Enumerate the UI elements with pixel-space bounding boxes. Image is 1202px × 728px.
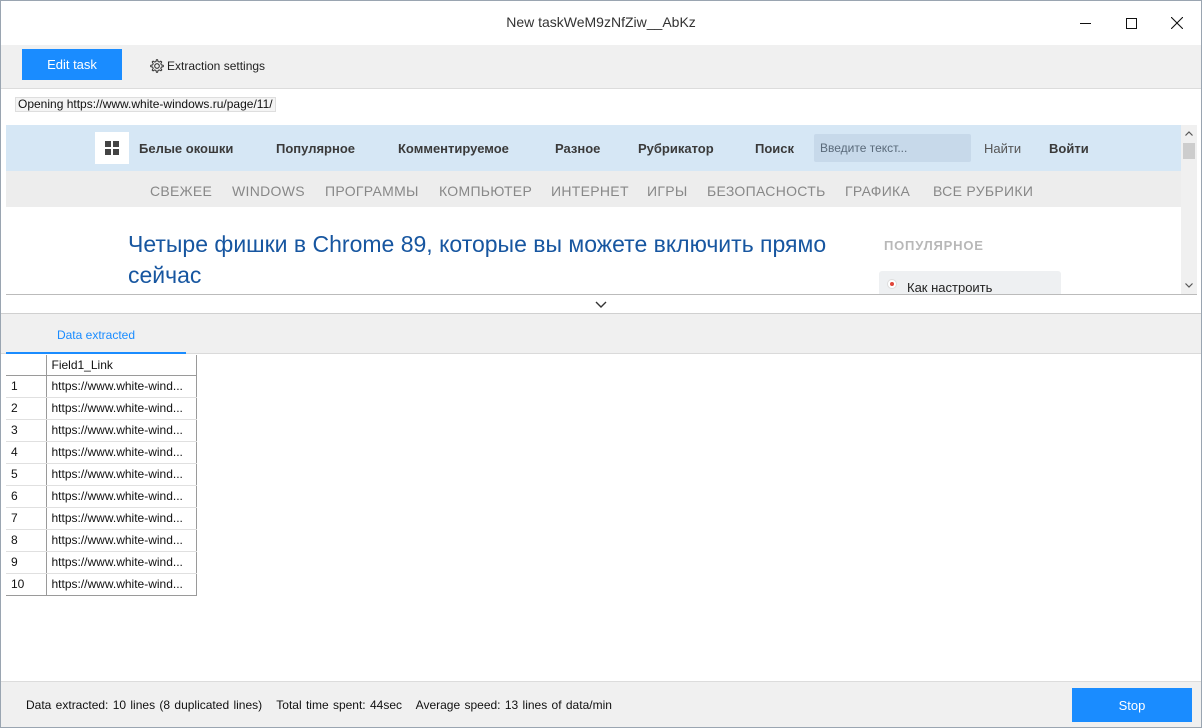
data-table: Field1_Link 1 https://www.white-wind... 2… xyxy=(6,355,197,596)
table-row[interactable]: 9 https://www.white-wind... xyxy=(6,551,197,574)
category-link[interactable]: ИНТЕРНЕТ xyxy=(551,183,629,199)
results-tabbar: Data extracted xyxy=(1,314,1201,354)
nav-link-misc[interactable]: Разное xyxy=(555,141,600,156)
browser-scrollbar[interactable] xyxy=(1181,125,1197,294)
table-row[interactable]: 5 https://www.white-wind... xyxy=(6,463,197,486)
table-row[interactable]: 2 https://www.white-wind... xyxy=(6,397,197,420)
row-index: 9 xyxy=(6,551,47,574)
table-row[interactable]: 4 https://www.white-wind... xyxy=(6,441,197,464)
link-cell[interactable]: https://www.white-wind... xyxy=(46,463,197,486)
nav-link-search[interactable]: Поиск xyxy=(755,141,794,156)
row-index: 2 xyxy=(6,397,47,420)
chevron-down-icon xyxy=(595,301,607,308)
bullet-icon xyxy=(887,279,897,289)
link-cell[interactable]: https://www.white-wind... xyxy=(46,551,197,574)
nav-link-commented[interactable]: Комментируемое xyxy=(398,141,509,156)
status-footer: Data extracted: 10 lines (8 duplicated l… xyxy=(1,681,1201,727)
table-header-row: Field1_Link xyxy=(6,355,197,376)
time-spent-stat: Total time spent: 44sec xyxy=(276,698,402,712)
row-index: 1 xyxy=(6,375,47,398)
row-index: 4 xyxy=(6,441,47,464)
column-header-field1-link[interactable]: Field1_Link xyxy=(46,355,197,376)
site-brand-link[interactable]: Белые окошки xyxy=(139,141,233,156)
table-row[interactable]: 6 https://www.white-wind... xyxy=(6,485,197,508)
row-index: 8 xyxy=(6,529,47,552)
table-row[interactable]: 8 https://www.white-wind... xyxy=(6,529,197,552)
category-link[interactable]: ВСЕ РУБРИКИ xyxy=(933,183,1033,199)
site-category-bar: СВЕЖЕЕ WINDOWS ПРОГРАММЫ КОМПЬЮТЕР ИНТЕР… xyxy=(6,171,1181,207)
browser-preview[interactable]: Белые окошки Популярное Комментируемое Р… xyxy=(6,125,1197,295)
link-cell[interactable]: https://www.white-wind... xyxy=(46,507,197,530)
link-cell[interactable]: https://www.white-wind... xyxy=(46,375,197,398)
app-window: New taskWeM9zNfZiw__AbKz Edit task Extra… xyxy=(0,0,1202,728)
link-cell[interactable]: https://www.white-wind... xyxy=(46,485,197,508)
table-row[interactable]: 1 https://www.white-wind... xyxy=(6,375,197,398)
windows-logo-icon xyxy=(105,141,119,155)
extraction-settings-button[interactable]: Extraction settings xyxy=(149,58,265,74)
category-link[interactable]: СВЕЖЕЕ xyxy=(150,183,212,199)
category-link[interactable]: WINDOWS xyxy=(232,183,305,199)
loading-status: Opening https://www.white-windows.ru/pag… xyxy=(15,97,276,112)
tab-data-extracted[interactable]: Data extracted xyxy=(6,314,186,354)
minimize-button[interactable] xyxy=(1062,1,1108,45)
site-logo[interactable] xyxy=(95,132,129,164)
site-search-input[interactable] xyxy=(814,134,971,162)
category-link[interactable]: КОМПЬЮТЕР xyxy=(439,183,532,199)
scroll-thumb[interactable] xyxy=(1183,143,1195,159)
site-find-button[interactable]: Найти xyxy=(984,141,1021,156)
close-button[interactable] xyxy=(1154,1,1200,45)
minimize-icon xyxy=(1079,22,1091,24)
popular-heading: ПОПУЛЯРНОЕ xyxy=(884,238,984,253)
category-link[interactable]: ИГРЫ xyxy=(647,183,688,199)
link-cell[interactable]: https://www.white-wind... xyxy=(46,441,197,464)
data-extracted-stat: Data extracted: 10 lines (8 duplicated l… xyxy=(26,698,263,712)
category-link[interactable]: БЕЗОПАСНОСТЬ xyxy=(707,183,826,199)
maximize-icon xyxy=(1125,17,1137,29)
row-index: 5 xyxy=(6,463,47,486)
row-index: 10 xyxy=(6,573,47,596)
title-bar: New taskWeM9zNfZiw__AbKz xyxy=(1,1,1201,45)
window-title: New taskWeM9zNfZiw__AbKz xyxy=(506,14,696,30)
maximize-button[interactable] xyxy=(1108,1,1154,45)
collapse-toggle[interactable] xyxy=(1,296,1201,314)
footer-stats: Data extracted: 10 lines (8 duplicated l… xyxy=(26,698,622,712)
link-cell[interactable]: https://www.white-wind... xyxy=(46,419,197,442)
nav-link-popular[interactable]: Популярное xyxy=(276,141,355,156)
table-row[interactable]: 7 https://www.white-wind... xyxy=(6,507,197,530)
category-link[interactable]: ПРОГРАММЫ xyxy=(325,183,419,199)
article-title[interactable]: Четыре фишки в Chrome 89, которые вы мож… xyxy=(128,229,848,291)
site-login-link[interactable]: Войти xyxy=(1049,141,1089,156)
link-cell[interactable]: https://www.white-wind... xyxy=(46,397,197,420)
stop-button[interactable]: Stop xyxy=(1072,688,1192,722)
edit-task-button[interactable]: Edit task xyxy=(22,49,122,80)
popular-item-label: Как настроить xyxy=(907,280,993,295)
row-index: 6 xyxy=(6,485,47,508)
table-row[interactable]: 10 https://www.white-wind... xyxy=(6,573,197,596)
link-cell[interactable]: https://www.white-wind... xyxy=(46,529,197,552)
gear-icon xyxy=(150,59,164,73)
toolbar: Edit task Extraction settings xyxy=(1,45,1201,89)
scroll-up-button[interactable] xyxy=(1181,125,1197,141)
chevron-up-icon xyxy=(1185,130,1193,136)
site-nav: Белые окошки Популярное Комментируемое Р… xyxy=(6,125,1181,171)
row-index: 3 xyxy=(6,419,47,442)
index-header xyxy=(6,355,47,376)
row-index: 7 xyxy=(6,507,47,530)
average-speed-stat: Average speed: 13 lines of data/min xyxy=(415,698,612,712)
table-row[interactable]: 3 https://www.white-wind... xyxy=(6,419,197,442)
category-link[interactable]: ГРАФИКА xyxy=(845,183,910,199)
link-cell[interactable]: https://www.white-wind... xyxy=(46,573,197,596)
chevron-down-icon xyxy=(1185,282,1193,288)
popular-item[interactable]: Как настроить xyxy=(879,271,1061,295)
extraction-settings-label: Extraction settings xyxy=(167,59,266,73)
scroll-down-button[interactable] xyxy=(1181,277,1197,293)
nav-link-rubricator[interactable]: Рубрикатор xyxy=(638,141,714,156)
close-icon xyxy=(1171,17,1183,29)
